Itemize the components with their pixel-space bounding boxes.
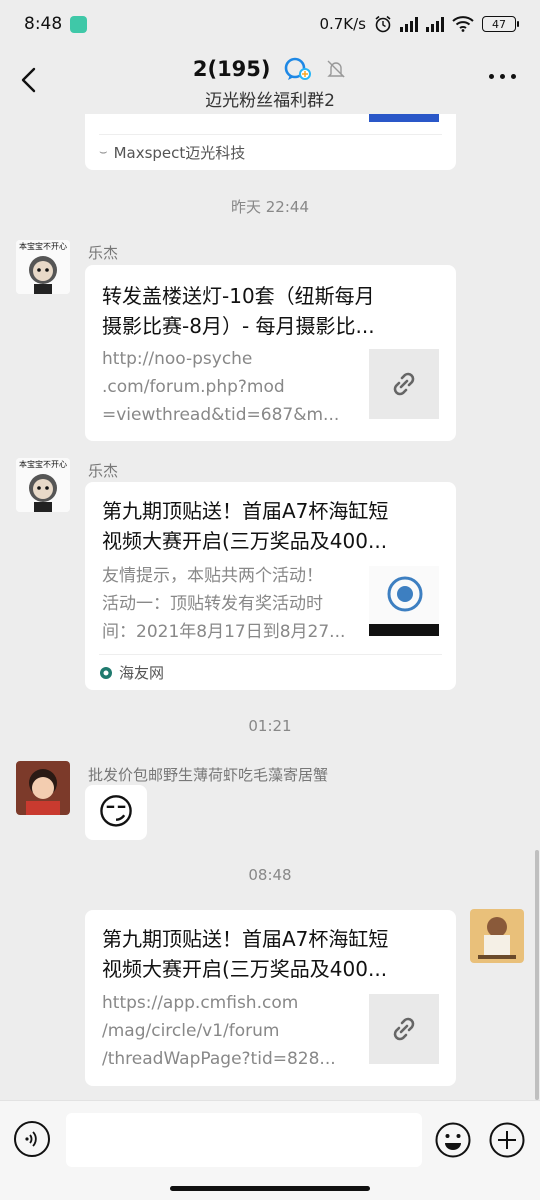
signal-icon-2 [426,16,444,32]
link-thumbnail [369,114,439,122]
message-timestamp: 08:48 [248,866,292,884]
shared-link-card[interactable]: 第九期顶贴送！首届A7杯海缸短 视频大赛开启(三万奖品及400... 友情提示，… [85,482,456,690]
sender-name: 乐杰 [88,462,119,480]
svg-text:本宝宝不开心: 本宝宝不开心 [19,459,67,469]
group-name: 迈光粉丝福利群2 [205,91,335,111]
avatar[interactable]: 本宝宝不开心 [16,458,70,512]
source-name: Maxspect迈光科技 [113,144,246,162]
source-name: 海友网 [119,664,165,682]
shared-link-card[interactable]: 第九期顶贴送！首届A7杯海缸短 视频大赛开启(三万奖品及400... https… [85,910,456,1086]
avatar[interactable] [16,761,70,815]
link-icon [393,1017,415,1041]
group-member-count: 2(195) [192,57,271,81]
sender-name: 批发价包邮野生薄荷虾吃毛藻寄居蟹 [88,766,329,784]
alarm-icon [375,15,391,33]
sender-name: 乐杰 [88,244,119,262]
link-title-line: 转发盖楼送灯-10套（纽斯每月 [102,284,375,308]
link-desc-line: 活动一：顶贴转发有奖活动时 [102,594,323,614]
shared-link-card-partial[interactable]: ⌣ Maxspect迈光科技 [85,114,456,170]
link-desc-line: 间：2021年8月17日到8月27... [102,622,346,642]
link-title-line: 第九期顶贴送！首届A7杯海缸短 [102,499,389,523]
mute-bell-icon [327,60,345,78]
app-notification-icon [70,16,87,33]
message-timestamp: 01:21 [248,717,292,735]
more-options-icon[interactable] [489,74,516,79]
status-time: 8:48 [24,14,63,34]
thumbnail-image [369,566,439,636]
link-desc-line: =viewthread&tid=687&m... [102,405,340,425]
card-source: ⌣ Maxspect迈光科技 [99,134,442,170]
link-icon [393,372,415,396]
sticker-message[interactable]: 😏 [85,785,147,840]
link-thumbnail [369,566,439,636]
status-bar: 8:48 0.7K/s 47 [0,0,540,52]
smirk-emoji-icon: 😏 [97,791,135,833]
link-desc-line: /threadWapPage?tid=828... [102,1049,336,1069]
signal-icon-1 [400,16,418,32]
link-desc-line: https://app.cmfish.com [102,993,299,1013]
emoji-button-icon[interactable] [434,1121,472,1159]
home-indicator[interactable] [170,1186,370,1191]
message-list[interactable]: ⌣ Maxspect迈光科技 昨天 22:44 本宝宝不开心 乐杰 转发盖楼送灯… [0,114,540,1100]
chat-header: 2(195) 迈光粉丝福利群2 [0,52,540,114]
link-desc-line: .com/forum.php?mod [102,377,285,397]
shared-link-card[interactable]: 转发盖楼送灯-10套（纽斯每月 摄影比赛-8月）- 每月摄影比... http:… [85,265,456,441]
avatar-image [16,761,70,815]
link-thumbnail [369,349,439,419]
link-thumbnail [369,994,439,1064]
status-icons: 0.7K/s 47 [319,15,519,33]
my-avatar[interactable] [470,909,524,963]
source-icon: ⌣ [99,145,108,160]
svg-text:本宝宝不开心: 本宝宝不开心 [19,241,67,251]
avatar[interactable]: 本宝宝不开心 [16,240,70,294]
link-title-line: 视频大赛开启(三万奖品及400... [102,529,388,553]
voice-icon [25,1131,37,1147]
input-bar [0,1100,540,1200]
source-icon [100,666,112,679]
avatar-image: 本宝宝不开心 [16,458,70,512]
link-title-line: 视频大赛开启(三万奖品及400... [102,957,388,981]
avatar-image [470,909,524,963]
wifi-icon [452,16,474,32]
link-desc-line: http://noo-psyche [102,349,253,369]
chat-title[interactable]: 2(195) [0,56,540,81]
network-speed: 0.7K/s [319,15,366,33]
link-desc-line: 友情提示，本贴共两个活动！ [102,566,323,586]
more-actions-plus-icon[interactable] [488,1121,526,1159]
link-title-line: 摄影比赛-8月）- 每月摄影比... [102,314,375,338]
message-input[interactable] [66,1113,422,1167]
link-title-line: 第九期顶贴送！首届A7杯海缸短 [102,927,389,951]
voice-input-button[interactable] [14,1121,50,1157]
card-source: 海友网 [99,654,442,690]
message-timestamp: 昨天 22:44 [231,198,309,216]
battery-icon: 47 [482,16,519,32]
group-badge-icon [284,57,311,80]
scrollbar[interactable] [535,850,539,1100]
avatar-image: 本宝宝不开心 [16,240,70,294]
link-desc-line: /mag/circle/v1/forum [102,1021,280,1041]
